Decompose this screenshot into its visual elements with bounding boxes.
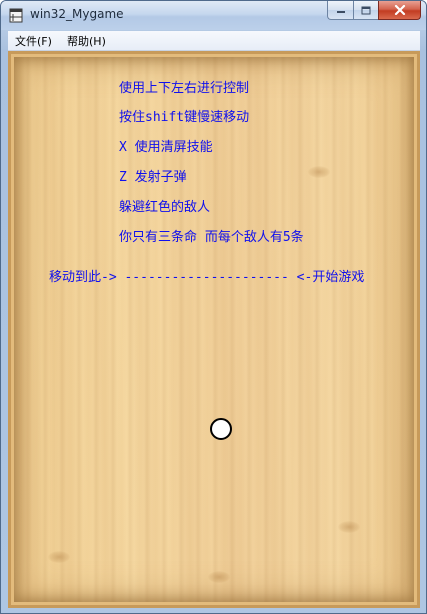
player-circle[interactable] <box>210 418 232 440</box>
window-app-icon[interactable] <box>9 8 23 23</box>
wood-background <box>8 51 420 608</box>
menu-help[interactable]: 帮助(H) <box>67 33 106 49</box>
close-icon <box>394 5 405 15</box>
game-canvas[interactable]: 使用上下左右进行控制 按住shift键慢速移动 X 使用清屏技能 Z 发射子弹 … <box>8 51 420 608</box>
maximize-icon <box>361 6 371 14</box>
window-title: win32_Mygame <box>30 7 124 21</box>
maximize-button[interactable] <box>353 1 378 20</box>
minimize-button[interactable] <box>327 1 353 20</box>
close-button[interactable] <box>378 1 421 20</box>
start-game-line: 移动到此-> --------------------- <-开始游戏 <box>49 270 365 285</box>
minimize-icon <box>336 11 345 13</box>
menu-bar: 文件(F) 帮助(H) <box>8 31 420 51</box>
app-window: win32_Mygame 文件(F) 帮助(H) 使用上下左右进行控制 按住sh… <box>0 0 427 614</box>
instruction-line: 使用上下左右进行控制 <box>119 81 250 96</box>
instruction-line: 躲避红色的敌人 <box>119 200 211 215</box>
instruction-line: Z 发射子弹 <box>119 170 187 185</box>
instruction-line: 按住shift键慢速移动 <box>119 110 250 125</box>
menu-file[interactable]: 文件(F) <box>15 33 52 49</box>
caption-buttons <box>327 1 421 20</box>
instruction-line: X 使用清屏技能 <box>119 140 213 155</box>
title-bar[interactable]: win32_Mygame <box>1 1 426 30</box>
instruction-line: 你只有三条命 而每个敌人有5条 <box>119 230 304 245</box>
